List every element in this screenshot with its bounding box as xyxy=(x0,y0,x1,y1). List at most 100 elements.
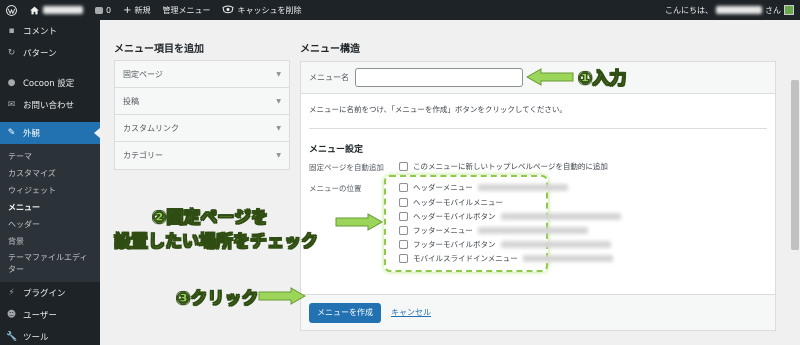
panel-footer: メニューを作成 キャンセル xyxy=(301,294,775,330)
sidebar-item-users[interactable]: ☻ ユーザー xyxy=(0,304,100,326)
comment-bubble-icon xyxy=(95,6,103,14)
greeting-text: こんにちは、 xyxy=(665,5,713,15)
create-menu-button[interactable]: メニューを作成 xyxy=(309,302,381,323)
submenu-theme-file-editor[interactable]: テーマファイルエディター xyxy=(0,250,96,278)
main-content: メニュー項目を追加 固定ページ ▼ 投稿 ▼ カスタムリンク ▼ カテゴリー ▼… xyxy=(100,20,790,345)
location-assignment-blurred xyxy=(477,184,568,191)
sidebar-item-tools[interactable]: 🔧 ツール xyxy=(0,326,100,345)
menu-settings-title: メニュー設定 xyxy=(309,145,364,155)
user-icon: ☻ xyxy=(6,310,17,320)
accordion-categories[interactable]: カテゴリー ▼ xyxy=(115,142,289,169)
cache-clear-button[interactable]: キャッシュを削除 xyxy=(216,0,307,20)
scrollbar-thumb[interactable] xyxy=(791,80,799,250)
sidebar-item-patterns[interactable]: ↻ パターン xyxy=(0,42,100,64)
menu-name-input[interactable] xyxy=(355,68,523,87)
plugin-icon: ⚡ xyxy=(8,288,15,298)
add-items-title: メニュー項目を追加 xyxy=(114,44,204,55)
submenu-customize[interactable]: カスタマイズ xyxy=(0,165,100,182)
location-checkbox[interactable] xyxy=(399,212,408,221)
cache-label: キャッシュを削除 xyxy=(237,5,302,15)
submenu-header[interactable]: ヘッダー xyxy=(0,216,100,233)
menu-structure-panel: メニュー名 メニューに名前をつけ、「メニューを作成」ボタンをクリックしてください… xyxy=(300,61,776,331)
sidebar-item-label: お問い合わせ xyxy=(23,101,75,111)
manage-menu-label: 管理メニュー xyxy=(162,5,211,15)
location-label: フッターメニュー xyxy=(413,226,473,235)
sidebar-item-label: 外観 xyxy=(23,129,41,139)
sidebar-item-label: Cocoon 設定 xyxy=(23,79,75,89)
scrollbar[interactable] xyxy=(790,20,800,345)
location-assignment-blurred xyxy=(477,227,588,234)
triangle-down-icon: ▼ xyxy=(276,97,281,105)
location-label: ヘッダーメニュー xyxy=(413,183,473,192)
sidebar-item-label: ユーザー xyxy=(23,311,57,321)
submenu-background[interactable]: 背景 xyxy=(0,233,100,250)
annotation-step3: ③クリック xyxy=(176,289,259,310)
account-menu[interactable]: こんにちは、 さん xyxy=(659,0,800,20)
menu-structure-title: メニュー構造 xyxy=(300,44,360,55)
location-checkbox[interactable] xyxy=(399,254,408,263)
accordion-label: カスタムリンク xyxy=(123,123,179,133)
comment-icon: ▪ xyxy=(8,26,15,36)
location-checkbox[interactable] xyxy=(399,198,408,207)
manage-menu-button[interactable]: 管理メニュー xyxy=(156,0,216,20)
add-items-accordion: 固定ページ ▼ 投稿 ▼ カスタムリンク ▼ カテゴリー ▼ xyxy=(114,60,290,170)
accordion-label: カテゴリー xyxy=(123,151,163,160)
plus-icon: + xyxy=(123,4,132,16)
tool-icon: 🔧 xyxy=(6,332,18,342)
location-option[interactable]: モバイルスライドインメニュー xyxy=(399,253,613,264)
location-label: フッターモバイルボタン xyxy=(413,240,496,249)
location-option[interactable]: フッターモバイルボタン xyxy=(399,239,611,250)
accordion-pages[interactable]: 固定ページ ▼ xyxy=(115,61,289,88)
sidebar-item-plugins[interactable]: ⚡ プラグイン xyxy=(0,282,100,304)
location-option[interactable]: ヘッダーメニュー xyxy=(399,182,568,193)
location-label: モバイルスライドインメニュー xyxy=(413,254,518,263)
locations-label: メニューの位置 xyxy=(309,184,362,193)
location-checkbox[interactable] xyxy=(399,226,408,235)
auto-add-checkbox[interactable] xyxy=(399,162,408,171)
arrow-right-icon xyxy=(335,213,384,231)
auto-add-option[interactable]: このメニューに新しいトップレベルページを自動的に追加 xyxy=(399,161,608,172)
accordion-label: 投稿 xyxy=(123,96,139,106)
arrow-right-icon xyxy=(258,287,307,305)
cocoon-icon xyxy=(222,4,235,17)
location-assignment-blurred xyxy=(500,213,621,220)
submenu-themes[interactable]: テーマ xyxy=(0,148,100,165)
accordion-label: 固定ページ xyxy=(123,69,163,79)
auto-add-label: 固定ページを自動追加 xyxy=(309,163,384,172)
sidebar-item-appearance[interactable]: ✎ 外観 xyxy=(0,122,100,144)
avatar xyxy=(784,5,794,15)
triangle-down-icon: ▼ xyxy=(276,152,281,159)
location-option[interactable]: フッターメニュー xyxy=(399,225,588,236)
comments-count: 0 xyxy=(106,5,112,15)
comments-button[interactable]: 0 xyxy=(89,0,117,20)
wordpress-logo-icon[interactable] xyxy=(0,0,23,20)
sidebar-item-label: パターン xyxy=(23,49,57,59)
sidebar-item-label: コメント xyxy=(23,27,58,37)
divider xyxy=(309,128,767,129)
accordion-custom-links[interactable]: カスタムリンク ▼ xyxy=(115,115,289,142)
location-option[interactable]: ヘッダーモバイルボタン xyxy=(399,211,621,222)
cancel-link[interactable]: キャンセル xyxy=(391,307,431,318)
auto-add-option-label: このメニューに新しいトップレベルページを自動的に追加 xyxy=(413,162,608,171)
honorific-text: さん xyxy=(765,5,781,15)
arrow-left-icon xyxy=(525,68,574,86)
site-name[interactable] xyxy=(43,6,83,14)
username-blurred xyxy=(716,6,762,14)
annotation-step2-line1: ②固定ページを xyxy=(152,208,269,229)
triangle-down-icon: ▼ xyxy=(276,70,281,78)
home-icon[interactable] xyxy=(23,0,89,20)
sidebar-item-label: ツール xyxy=(23,333,49,343)
submenu-menus[interactable]: メニュー xyxy=(0,199,100,216)
sidebar-item-contact[interactable]: ✉ お問い合わせ xyxy=(0,94,100,116)
appearance-submenu: テーマ カスタマイズ ウィジェット メニュー ヘッダー 背景 テーマファイルエデ… xyxy=(0,144,100,282)
location-checkbox[interactable] xyxy=(399,183,408,192)
sidebar-item-cocoon[interactable]: ● Cocoon 設定 xyxy=(0,72,100,94)
location-option[interactable]: ヘッダーモバイルメニュー xyxy=(399,197,503,208)
sidebar-item-label: プラグイン xyxy=(23,289,66,299)
submenu-widgets[interactable]: ウィジェット xyxy=(0,182,100,199)
sidebar-item-comments[interactable]: ▪ コメント xyxy=(0,20,100,42)
accordion-posts[interactable]: 投稿 ▼ xyxy=(115,88,289,115)
new-button[interactable]: + 新規 xyxy=(117,0,156,20)
menu-name-label: メニュー名 xyxy=(309,73,349,82)
location-checkbox[interactable] xyxy=(399,240,408,249)
